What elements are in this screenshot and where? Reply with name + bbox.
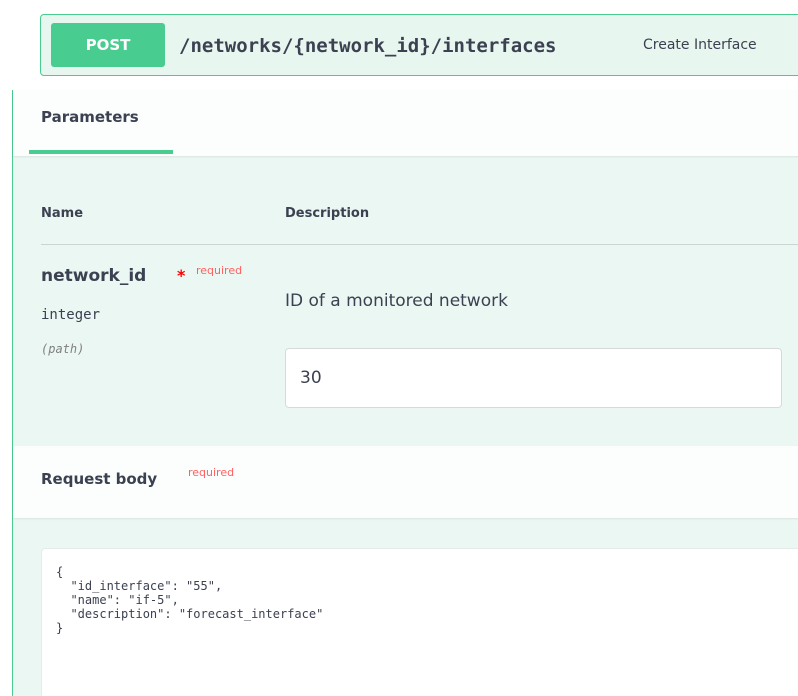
network-id-input[interactable] bbox=[285, 348, 782, 408]
required-star: * bbox=[177, 266, 186, 285]
operation-summary: Create Interface bbox=[643, 37, 757, 53]
request-body-section-header: Request body required bbox=[13, 446, 798, 518]
column-header-description: Description bbox=[285, 206, 370, 221]
request-body-title: Request body bbox=[41, 470, 158, 488]
required-label: required bbox=[196, 264, 243, 277]
operation-path: /networks/{network_id}/interfaces bbox=[179, 35, 557, 57]
parameter-name: network_id bbox=[41, 266, 147, 286]
method-badge-post: POST bbox=[51, 23, 165, 67]
active-tab-indicator bbox=[29, 150, 173, 154]
request-body-code: { "id_interface": "55", "name": "if-5", … bbox=[56, 565, 324, 635]
parameters-section-header: Parameters bbox=[13, 90, 798, 156]
parameter-description: ID of a monitored network bbox=[285, 291, 508, 311]
column-divider bbox=[41, 244, 798, 245]
tab-parameters[interactable]: Parameters bbox=[41, 108, 139, 126]
operation-body: Parameters Name Description network_id *… bbox=[12, 90, 798, 696]
request-body-required-label: required bbox=[188, 466, 235, 479]
operation-header[interactable]: POST /networks/{network_id}/interfaces C… bbox=[40, 14, 798, 76]
column-header-name: Name bbox=[41, 206, 84, 221]
parameter-type: integer bbox=[41, 307, 101, 323]
parameter-location: (path) bbox=[41, 342, 85, 356]
request-body-editor[interactable]: { "id_interface": "55", "name": "if-5", … bbox=[41, 548, 798, 696]
